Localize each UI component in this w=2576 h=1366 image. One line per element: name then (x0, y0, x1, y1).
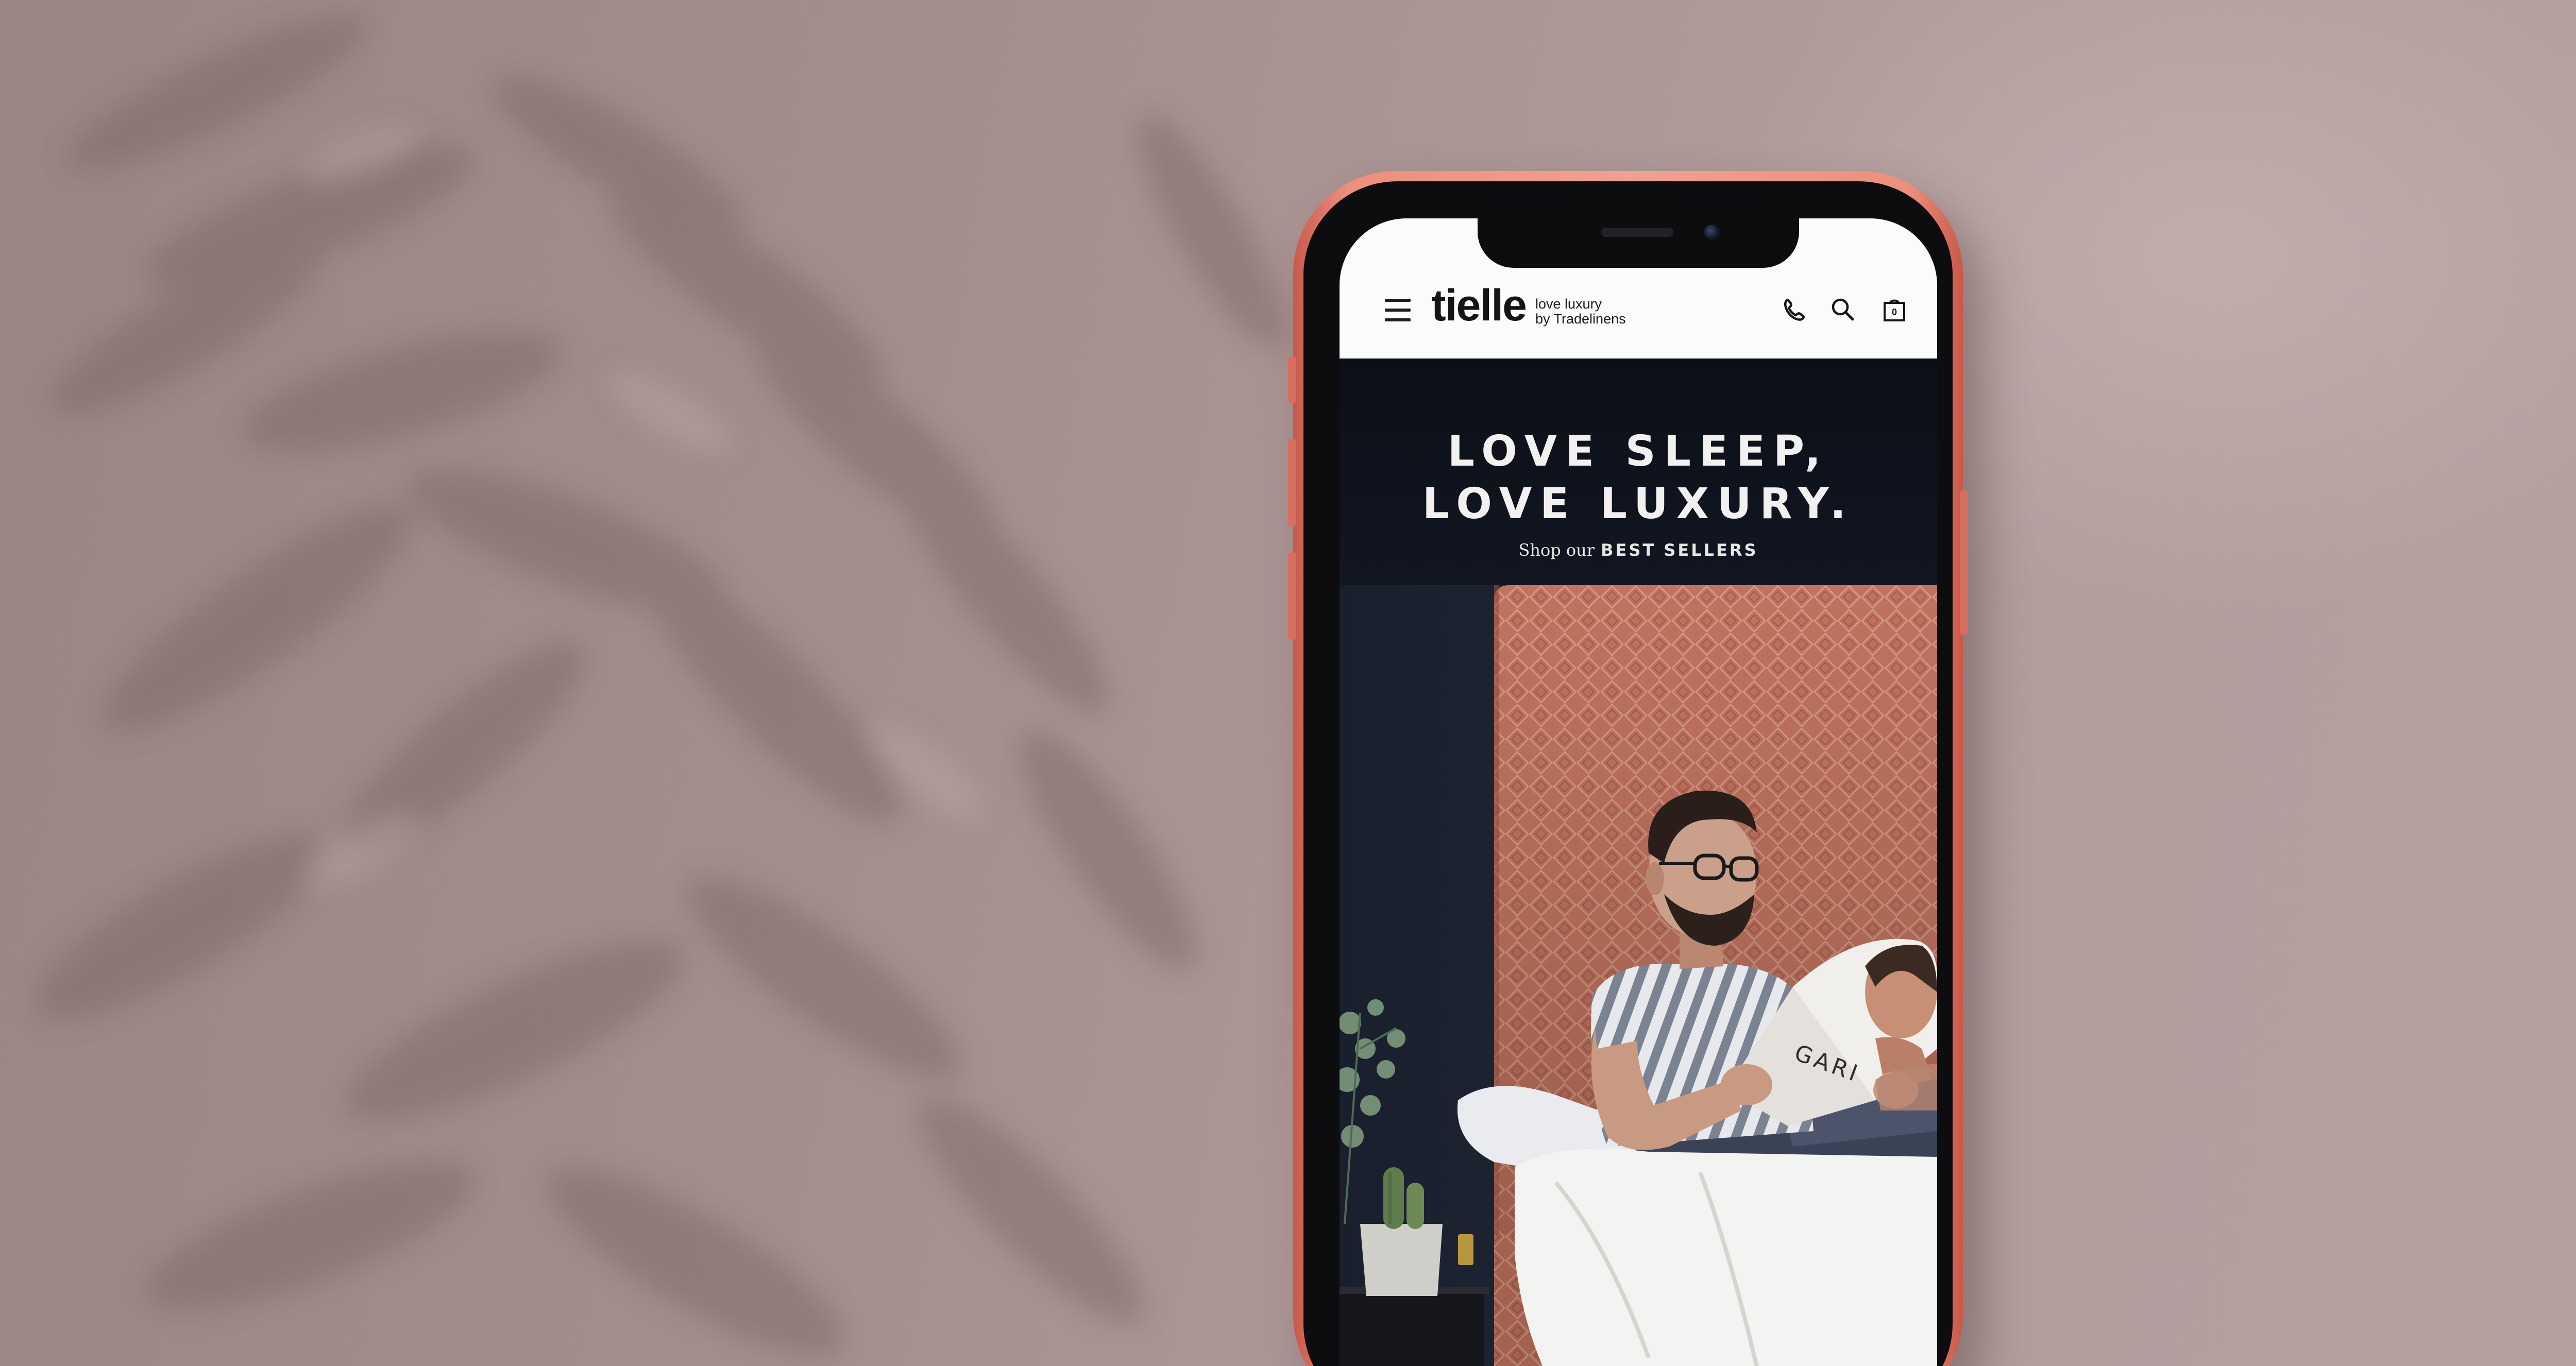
hero-photo-man-reading-in-bed: GARI (1340, 585, 1937, 1366)
phone-bezel: tielle love luxury by Tradelinens 0 LOVE… (1303, 181, 1953, 1366)
phone-icon[interactable] (1781, 296, 1808, 323)
hero-title: LOVE SLEEP, LOVE LUXURY. (1340, 425, 1937, 531)
phone-screen: tielle love luxury by Tradelinens 0 LOVE… (1340, 218, 1937, 1366)
smartphone-mockup: tielle love luxury by Tradelinens 0 LOVE… (1288, 171, 1968, 1366)
cta-label: BEST SELLERS (1601, 540, 1758, 560)
front-camera (1704, 225, 1720, 240)
phone-volume-down-button (1288, 552, 1296, 640)
phone-notch (1478, 218, 1799, 268)
shop-best-sellers-link[interactable]: Shop our BEST SELLERS (1340, 540, 1937, 564)
tagline-line-2: by Tradelinens (1535, 311, 1626, 327)
menu-icon[interactable] (1385, 299, 1411, 321)
hero-title-line-2: LOVE LUXURY. (1422, 480, 1855, 528)
cta-prefix: Shop our (1518, 540, 1595, 560)
phone-power-button (1960, 490, 1968, 635)
phone-volume-up-button (1288, 439, 1296, 526)
hero-title-line-1: LOVE SLEEP, (1447, 427, 1829, 476)
phone-side-button (1288, 356, 1296, 403)
hero-banner: LOVE SLEEP, LOVE LUXURY. Shop our BEST SE… (1340, 358, 1937, 1366)
tagline-line-1: love luxury (1535, 296, 1602, 312)
brand-logo[interactable]: tielle (1431, 283, 1527, 328)
earpiece-speaker (1601, 228, 1673, 237)
search-icon[interactable] (1829, 296, 1857, 323)
brand-tagline: love luxury by Tradelinens (1535, 297, 1626, 327)
leaf-shadow-decoration (36, 15, 1284, 1356)
shopping-bag-button[interactable]: 0 (1880, 296, 1908, 323)
cart-count: 0 (1891, 307, 1897, 317)
